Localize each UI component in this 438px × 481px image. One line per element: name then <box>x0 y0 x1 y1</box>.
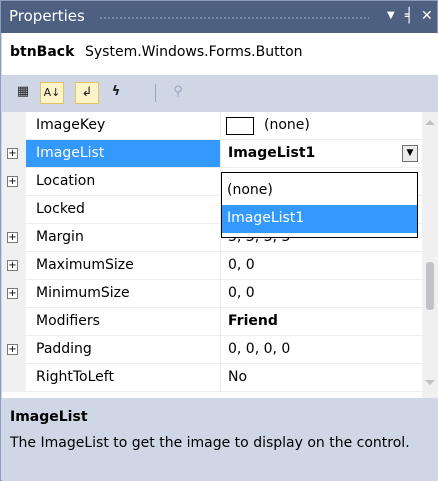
property-row-righttoleft[interactable]: RightToLeft No <box>2 364 422 392</box>
events-icon: ϟ <box>111 84 121 99</box>
categorized-icon: ▦ <box>16 84 30 99</box>
property-value: 0, 0 <box>228 285 255 301</box>
object-type: System.Windows.Forms.Button <box>85 44 303 60</box>
pin-icon[interactable]: ╡ <box>405 6 413 26</box>
chevron-down-icon: ▼ <box>406 148 414 158</box>
description-pane: ImageList The ImageList to get the image… <box>2 398 438 481</box>
alphabetical-icon: A↓ <box>43 86 61 99</box>
property-row-maximumsize[interactable]: + MaximumSize 0, 0 <box>2 252 422 280</box>
property-name: Modifiers <box>36 313 100 329</box>
object-name: btnBack <box>10 44 75 60</box>
title-bar: Properties ▼ ╡ ✕ <box>1 1 437 33</box>
alphabetical-button[interactable]: A↓ <box>40 82 64 104</box>
properties-panel: Properties ▼ ╡ ✕ btnBack System.Windows.… <box>0 0 438 481</box>
property-value: 0, 0 <box>228 257 255 273</box>
close-icon[interactable]: ✕ <box>421 6 433 26</box>
panel-title: Properties <box>9 7 85 25</box>
scroll-down-icon[interactable] <box>425 380 435 385</box>
property-row-minimumsize[interactable]: + MinimumSize 0, 0 <box>2 280 422 308</box>
property-row-modifiers[interactable]: Modifiers Friend <box>2 308 422 336</box>
property-row-imagelist[interactable]: + ImageList ImageList1 ▼ <box>2 140 422 168</box>
property-row-padding[interactable]: + Padding 0, 0, 0, 0 <box>2 336 422 364</box>
expand-icon[interactable]: + <box>7 288 18 299</box>
property-value: ImageList1 <box>228 145 316 161</box>
property-name: ImageKey <box>36 117 106 133</box>
expand-icon[interactable]: + <box>7 232 18 243</box>
properties-icon: ↲ <box>81 85 93 100</box>
property-value: (none) <box>264 117 310 133</box>
property-name: Locked <box>36 201 85 217</box>
dropdown-option-none[interactable]: (none) <box>222 177 417 205</box>
row-gutter <box>2 112 26 140</box>
option-label: (none) <box>227 182 273 198</box>
toolbar-separator <box>155 84 156 102</box>
property-name: Padding <box>36 341 92 357</box>
property-row-imagekey[interactable]: ImageKey (none) <box>2 112 422 140</box>
property-name: MinimumSize <box>36 285 130 301</box>
dropdown-option-imagelist1[interactable]: ImageList1 <box>222 205 417 233</box>
property-grid: ImageKey (none) + ImageList ImageList1 ▼… <box>2 112 422 398</box>
option-label: ImageList1 <box>227 210 305 226</box>
property-name: RightToLeft <box>36 369 114 385</box>
categorized-button[interactable]: ▦ <box>11 82 35 104</box>
dropdown-arrow-icon[interactable]: ▼ <box>387 6 395 26</box>
property-name: Location <box>36 173 96 189</box>
property-pages-icon: ⚲ <box>173 84 183 99</box>
property-value: 0, 0, 0, 0 <box>228 341 291 357</box>
property-name: ImageList <box>36 145 105 161</box>
scroll-thumb[interactable] <box>426 262 434 310</box>
expand-icon[interactable]: + <box>7 260 18 271</box>
description-text: The ImageList to get the image to displa… <box>10 435 410 451</box>
description-heading: ImageList <box>10 409 88 425</box>
property-name: Margin <box>36 229 84 245</box>
properties-button[interactable]: ↲ <box>75 82 99 104</box>
expand-icon[interactable]: + <box>7 344 18 355</box>
expand-icon[interactable]: + <box>7 176 18 187</box>
property-value: No <box>228 369 248 385</box>
vertical-scrollbar[interactable] <box>422 112 438 398</box>
property-value: Friend <box>228 313 278 329</box>
image-swatch <box>226 117 254 135</box>
expand-icon[interactable]: + <box>7 148 18 159</box>
dropdown-button[interactable]: ▼ <box>402 145 418 162</box>
scroll-up-icon[interactable] <box>425 120 435 125</box>
property-name: MaximumSize <box>36 257 134 273</box>
imagelist-dropdown: (none) ImageList1 <box>221 172 418 238</box>
property-pages-button[interactable]: ⚲ <box>166 82 190 104</box>
grip-dots <box>99 16 369 19</box>
events-button[interactable]: ϟ <box>104 82 128 104</box>
toolbar: ▦ A↓ ↲ ϟ ⚲ <box>2 76 438 112</box>
object-selector[interactable]: btnBack System.Windows.Forms.Button <box>2 33 438 76</box>
